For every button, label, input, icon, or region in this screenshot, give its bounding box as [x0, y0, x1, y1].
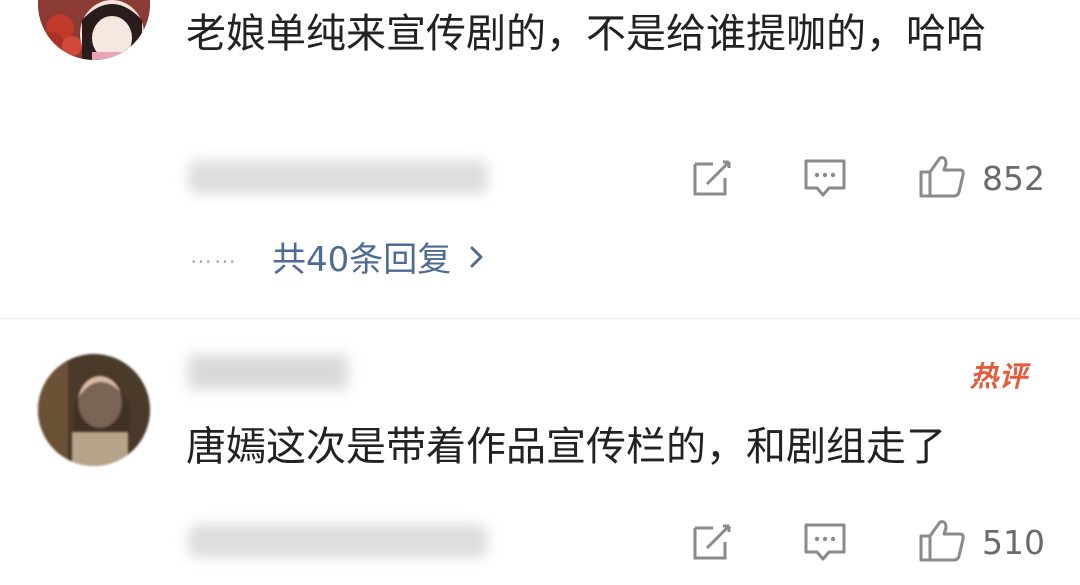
share-button[interactable] — [690, 150, 736, 206]
chevron-right-icon — [469, 245, 485, 269]
reply-button[interactable] — [802, 514, 848, 570]
reply-button[interactable] — [802, 150, 848, 206]
like-button[interactable]: 852 — [918, 154, 1045, 202]
replies-dots: …… — [190, 244, 238, 269]
like-button[interactable]: 510 — [918, 518, 1045, 566]
like-count: 852 — [982, 158, 1045, 198]
comment-meta-blurred — [188, 524, 488, 558]
thumbs-up-icon — [918, 154, 966, 202]
comment-actions: 852 — [690, 150, 1045, 206]
comment-item: 老娘单纯来宣传剧的，不是给谁提咖的，哈哈 852 …… 共40条回复 — [0, 0, 1080, 318]
replies-link[interactable]: 共40条回复 — [272, 232, 451, 281]
like-count: 510 — [982, 522, 1045, 562]
edit-share-icon — [691, 158, 735, 198]
username-blurred — [188, 355, 348, 389]
comment-bubble-icon — [803, 522, 847, 562]
thumbs-up-icon — [918, 518, 966, 566]
comment-meta-blurred — [188, 160, 488, 194]
comment-bubble-icon — [803, 158, 847, 198]
replies-row[interactable]: …… 共40条回复 — [190, 232, 485, 281]
avatar[interactable] — [38, 354, 150, 466]
edit-share-icon — [691, 522, 735, 562]
comment-text: 老娘单纯来宣传剧的，不是给谁提咖的，哈哈 — [186, 11, 986, 57]
share-button[interactable] — [690, 514, 736, 570]
comment-text: 唐嫣这次是带着作品宣传栏的，和剧组走了 — [186, 424, 946, 470]
comment-actions: 510 — [690, 514, 1045, 570]
avatar[interactable] — [38, 0, 150, 60]
comment-item: 热评 唐嫣这次是带着作品宣传栏的，和剧组走了 510 — [0, 318, 1080, 585]
hot-comment-badge: 热评 — [969, 360, 1028, 393]
